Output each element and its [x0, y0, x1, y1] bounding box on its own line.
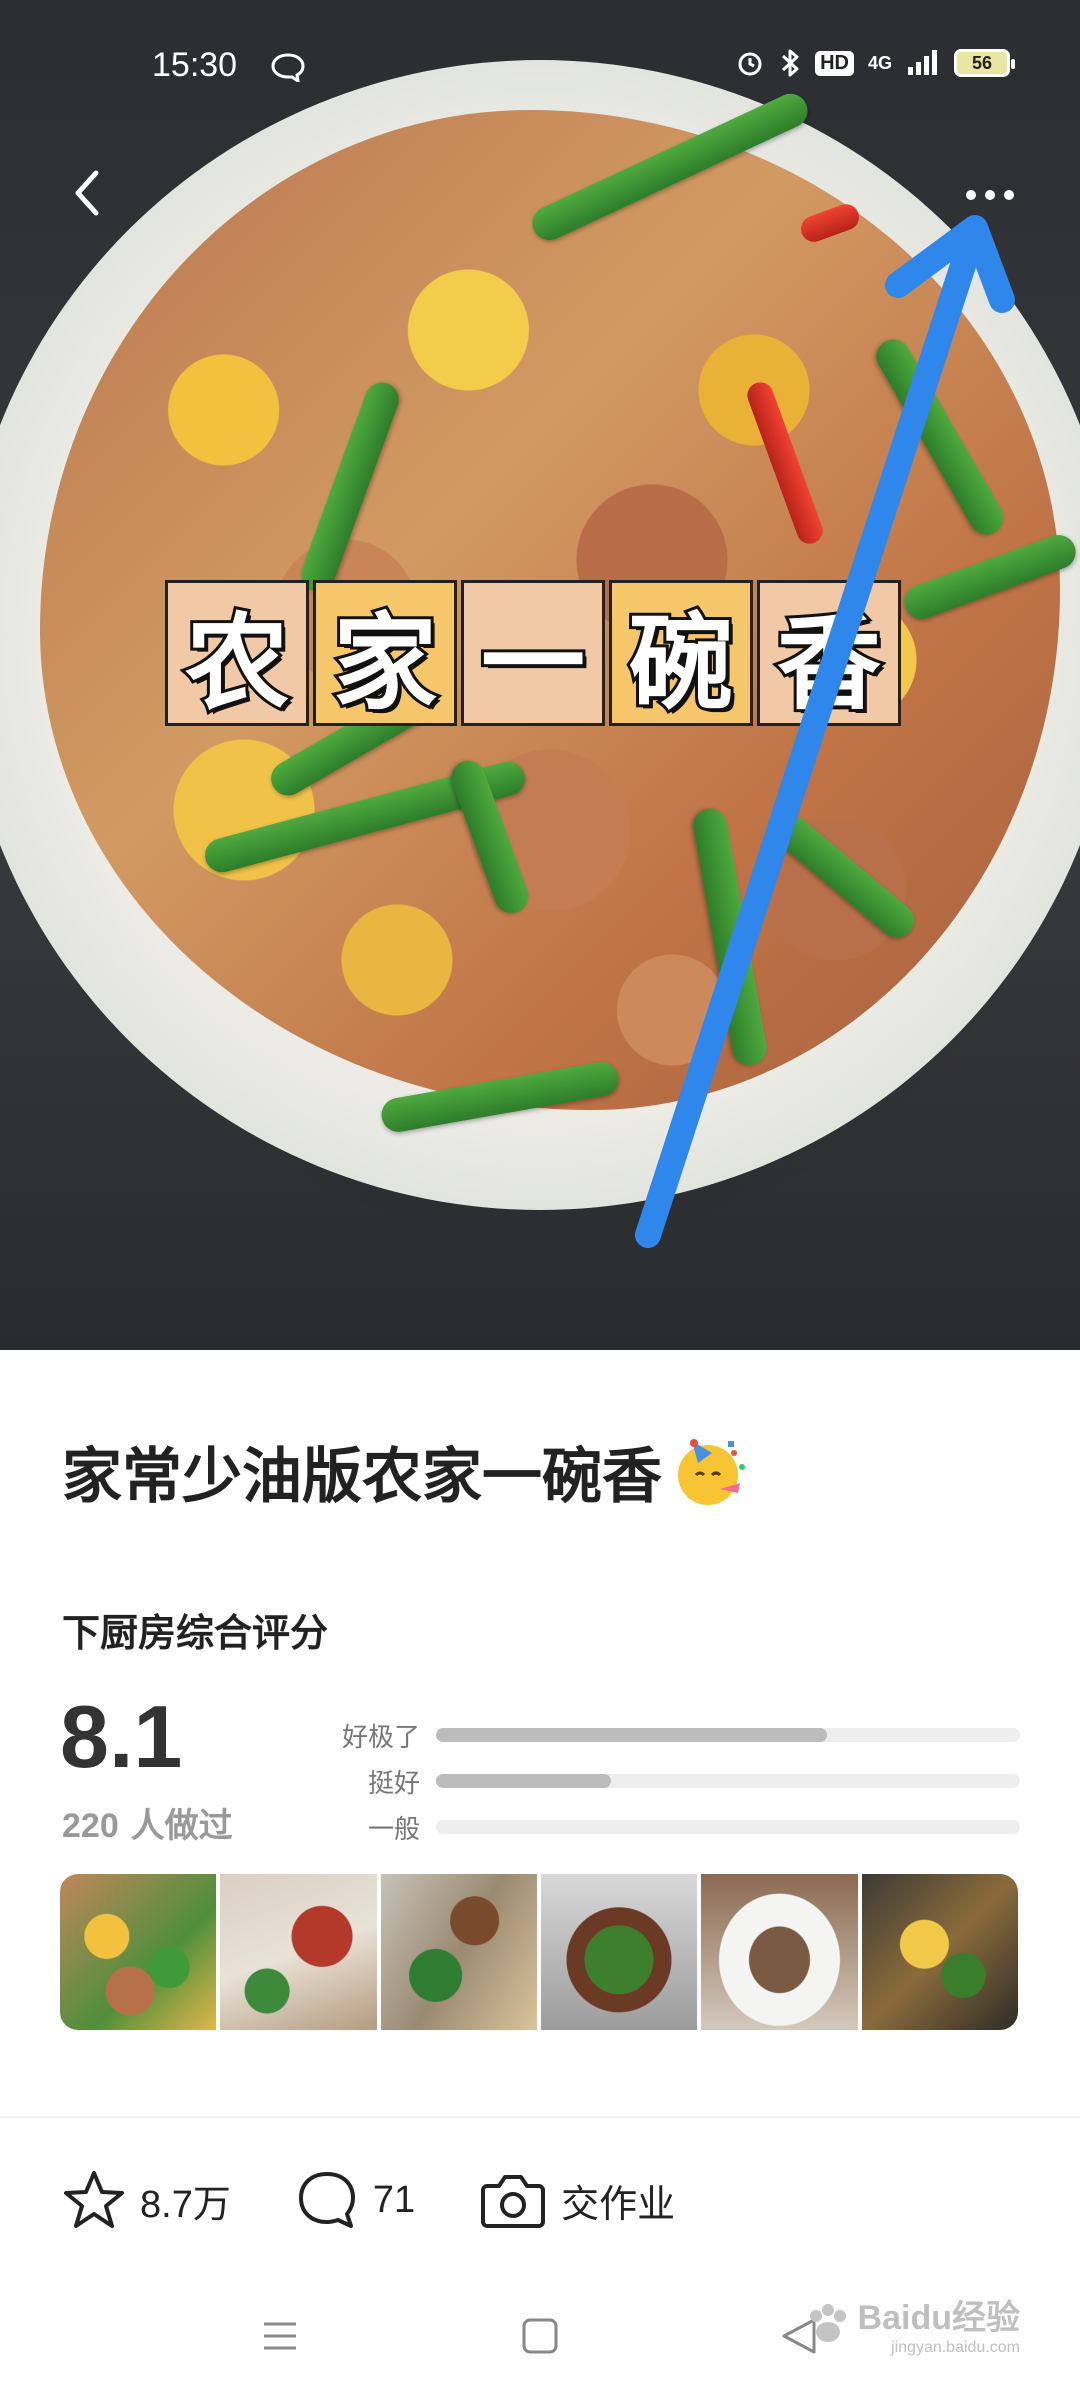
nav-menu-button[interactable] [250, 2306, 310, 2366]
rating-bar-track [436, 1728, 1020, 1742]
made-count-number: 220 [62, 1807, 119, 1845]
status-bar: 15:30 HD 4G 56 [0, 0, 1080, 130]
rating-bar-label: 挺好 [367, 1768, 420, 1799]
more-dots-icon [966, 190, 1014, 200]
recipe-title: 家常少油版农家一碗香 [62, 1428, 750, 1515]
message-bubble-icon [271, 53, 305, 82]
hd-badge: HD [815, 50, 854, 76]
divider [0, 2116, 1080, 2118]
home-square-icon [522, 2318, 558, 2354]
comment-count: 71 [372, 2178, 416, 2221]
signal-icon [908, 50, 937, 75]
bluetooth-icon [782, 49, 799, 77]
status-time: 15:30 [152, 46, 238, 84]
alarm-icon [738, 52, 762, 76]
paw-icon [809, 2303, 846, 2342]
cover-overlay-title: 农 家 一 碗 香 [165, 580, 901, 727]
overlay-char: 一 [461, 580, 605, 727]
watermark-sub: jingyan.baidu.com [891, 2339, 1020, 2356]
rating-bar-row: 一般 [338, 1804, 1020, 1850]
overlay-char: 碗 [609, 580, 753, 727]
gallery-thumb[interactable] [60, 1874, 217, 2030]
rating-bars: 好极了 挺好 一般 [338, 1712, 1020, 1850]
overlay-char: 香 [757, 580, 901, 727]
status-icons: HD 4G 56 [735, 48, 1015, 78]
rating-bar-fill [436, 1728, 828, 1742]
watermark-text: Baidu经验 [857, 2299, 1020, 2337]
comment-button[interactable]: 71 [295, 2168, 415, 2232]
gallery-thumb[interactable] [540, 1874, 698, 2030]
gallery-thumb[interactable] [220, 1874, 377, 2030]
comment-bubble-icon [298, 2172, 355, 2228]
rating-bar-track [436, 1774, 1020, 1788]
user-photo-gallery[interactable] [60, 1874, 1018, 2030]
nav-home-button[interactable] [510, 2306, 570, 2366]
action-bar: 8.7万 71 交作业 [62, 2160, 739, 2240]
camera-icon [481, 2175, 546, 2228]
rating-bar-label: 好极了 [341, 1722, 420, 1753]
overlay-char: 农 [165, 580, 309, 727]
rating-bar-row: 挺好 [338, 1758, 1020, 1804]
favorite-button[interactable]: 8.7万 [62, 2168, 231, 2232]
rating-bar-label: 一般 [367, 1814, 420, 1845]
party-face-icon [678, 1438, 745, 1505]
rating-bar-row: 好极了 [338, 1712, 1020, 1758]
battery-indicator: 56 [954, 49, 1015, 77]
recipe-title-text: 家常少油版农家一碗香 [62, 1442, 662, 1512]
baidu-watermark: Baidu经验 jingyan.baidu.com [804, 2290, 1020, 2357]
recipe-cover-photo: 农 家 一 碗 香 [0, 0, 1080, 1350]
rating-label: 下厨房综合评分 [62, 1611, 329, 1655]
gallery-thumb[interactable] [701, 1874, 858, 2030]
made-count-suffix: 人做过 [118, 1806, 233, 1846]
network-type: 4G [867, 52, 892, 73]
back-button[interactable] [62, 168, 112, 218]
star-icon [64, 2171, 124, 2228]
homework-label: 交作业 [561, 2181, 676, 2226]
favorite-count: 8.7万 [140, 2183, 231, 2226]
rating-bar-fill [436, 1774, 612, 1788]
rating-bar-track [436, 1820, 1020, 1834]
homework-button[interactable]: 交作业 [479, 2168, 675, 2232]
chevron-left-icon [75, 170, 99, 216]
rating-score: 8.1 [60, 1687, 183, 1786]
more-options-button[interactable] [958, 170, 1022, 220]
made-count: 220 人做过 [62, 1798, 233, 1847]
overlay-char: 家 [313, 580, 457, 727]
gallery-thumb[interactable] [861, 1874, 1018, 2030]
gallery-thumb[interactable] [380, 1874, 537, 2030]
menu-lines-icon [264, 2322, 296, 2350]
